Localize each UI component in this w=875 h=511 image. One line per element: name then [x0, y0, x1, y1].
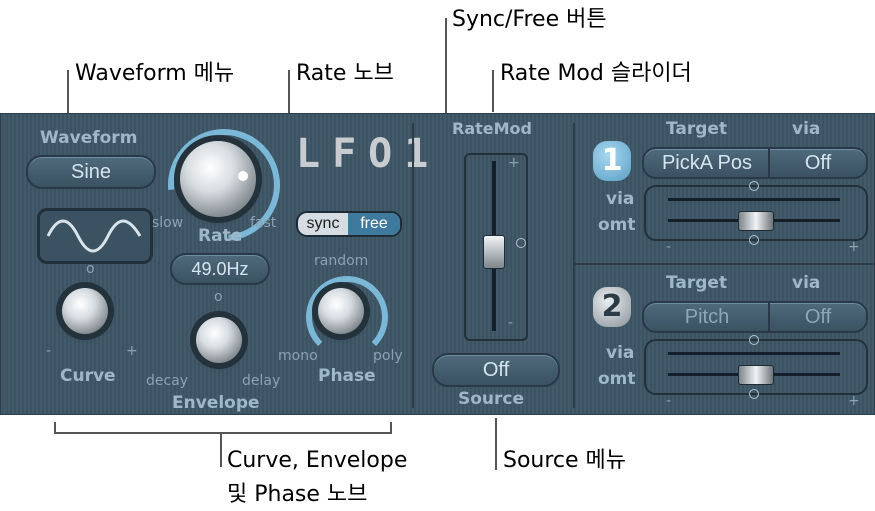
waveform-label: Waveform	[40, 128, 138, 148]
curve-plus-label: +	[126, 343, 138, 359]
envelope-decay-label: decay	[146, 373, 189, 389]
route1-via-row-label: via	[606, 189, 635, 209]
knob-indicator-icon	[238, 171, 248, 181]
route2-via-menu[interactable]: Off	[768, 301, 868, 333]
section-divider-left	[412, 123, 414, 408]
route2-target-menu[interactable]: Pitch	[642, 301, 772, 333]
phase-knob[interactable]	[318, 288, 364, 334]
ratemod-plus-label: +	[508, 155, 520, 171]
route2-plus-label: +	[848, 393, 860, 409]
route2-via-row-label: via	[606, 343, 635, 363]
sine-wave-icon	[46, 219, 142, 253]
envelope-center-dot: o	[214, 289, 223, 305]
callout-rate-mod-slider: Rate Mod 슬라이더	[500, 61, 692, 86]
section-divider-right	[573, 123, 575, 408]
phase-label: Phase	[318, 366, 376, 386]
ratemod-slider-marker	[516, 238, 526, 248]
lfo-title: LFO1	[296, 131, 441, 177]
envelope-knob[interactable]	[196, 317, 242, 363]
rate-fast-label: fast	[250, 215, 277, 231]
phase-poly-label: poly	[373, 348, 403, 364]
leader-bracket-h	[54, 432, 392, 434]
rate-slow-label: slow	[152, 215, 184, 231]
source-menu[interactable]: Off	[432, 353, 560, 387]
route1-minus-label: -	[666, 239, 672, 255]
route1-amt-row-label: omt	[598, 215, 636, 235]
route2-amt-handle	[749, 389, 759, 399]
rate-label: Rate	[198, 226, 243, 246]
sync-option[interactable]: sync	[298, 213, 348, 235]
curve-knob[interactable]	[62, 288, 108, 334]
route1-via-menu[interactable]: Off	[768, 147, 868, 179]
source-label: Source	[458, 389, 525, 409]
leader-bracket-right	[390, 422, 392, 434]
leader-source	[495, 418, 497, 470]
route2-number-button[interactable]: 2	[593, 287, 631, 327]
phase-random-label: random	[314, 253, 369, 269]
curve-minus-label: -	[46, 343, 52, 359]
ratemod-slider-thumb[interactable]	[483, 235, 505, 269]
ratemod-minus-label: -	[508, 315, 514, 331]
lfo-panel: Waveform Sine slow fast Rate 49.0Hz LFO1…	[0, 106, 875, 415]
route1-plus-label: +	[848, 239, 860, 255]
route1-amt-handle	[749, 235, 759, 245]
route1-via-track	[668, 198, 840, 201]
route2-via-track	[668, 352, 840, 355]
sync-free-button[interactable]: sync free	[296, 211, 402, 237]
leader-bracket-mid	[220, 432, 222, 467]
ratemod-label: RateMod	[452, 119, 532, 138]
envelope-delay-label: delay	[242, 373, 281, 389]
waveform-menu[interactable]: Sine	[26, 155, 156, 189]
leader-bracket-left	[54, 422, 56, 434]
route2-minus-label: -	[666, 393, 672, 409]
route1-target-label: Target	[666, 119, 728, 139]
route2-via-handle[interactable]	[749, 335, 759, 345]
rate-value-field[interactable]: 49.0Hz	[170, 253, 270, 285]
callout-sync-free-button: Sync/Free 버튼	[452, 7, 607, 32]
curve-label: Curve	[60, 366, 116, 386]
callout-waveform-menu: Waveform 메뉴	[75, 61, 235, 86]
leader-ratemod	[492, 70, 494, 112]
curve-center-dot: o	[86, 261, 95, 277]
route1-amt-slider-thumb[interactable]	[738, 211, 774, 231]
rate-knob[interactable]	[180, 141, 256, 217]
route2-via-label: via	[792, 273, 821, 293]
callout-source-menu: Source 메뉴	[503, 448, 627, 473]
route1-via-handle[interactable]	[749, 181, 759, 191]
route2-target-label: Target	[666, 273, 728, 293]
route1-number-button[interactable]: 1	[593, 141, 631, 181]
route1-via-label: via	[792, 119, 821, 139]
waveform-display	[37, 208, 153, 264]
route1-target-menu[interactable]: PickA Pos	[642, 147, 772, 179]
route2-amt-slider-thumb[interactable]	[738, 365, 774, 385]
free-option[interactable]: free	[348, 213, 400, 235]
callout-curve-envelope-phase-line2: 및 Phase 노브	[227, 482, 368, 507]
phase-mono-label: mono	[278, 348, 318, 364]
callout-rate-knob: Rate 노브	[296, 61, 394, 86]
callout-curve-envelope-phase: Curve, Envelope	[227, 448, 408, 473]
route2-amt-row-label: omt	[598, 369, 636, 389]
envelope-label: Envelope	[172, 393, 260, 413]
route-divider	[575, 263, 875, 265]
